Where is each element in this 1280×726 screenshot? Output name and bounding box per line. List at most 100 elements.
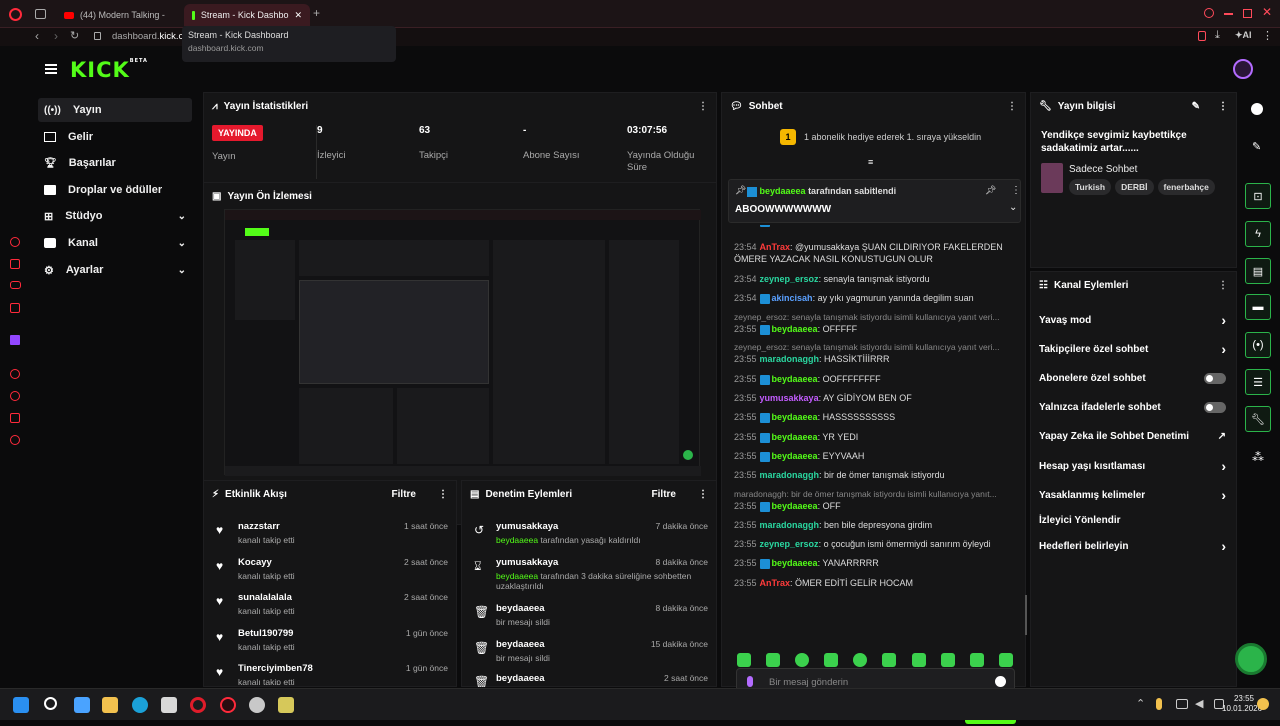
- ai-button[interactable]: ✦AI: [1235, 30, 1252, 41]
- chat-username[interactable]: beydaaeea: [772, 324, 818, 334]
- back-icon[interactable]: ‹: [35, 29, 39, 43]
- edit-icon[interactable]: ✎: [1192, 101, 1200, 112]
- tab-kick-dashboard[interactable]: Stream - Kick Dashbo ✕: [184, 4, 310, 26]
- windows-start-icon[interactable]: [13, 697, 29, 713]
- share-icon[interactable]: [1198, 31, 1206, 41]
- emote-icon[interactable]: [795, 653, 809, 667]
- tab-close-icon[interactable]: ✕: [294, 10, 302, 21]
- steam-icon[interactable]: [249, 697, 265, 713]
- feed-username[interactable]: Betul190799: [238, 628, 293, 639]
- quick-action-button[interactable]: (•): [1245, 332, 1271, 358]
- mod-username[interactable]: beydaaeea: [496, 639, 545, 650]
- chat-username[interactable]: beydaaeea: [772, 432, 818, 442]
- action-goals[interactable]: Hedefleri belirleyin ›: [1039, 532, 1226, 560]
- emote-icon[interactable]: [970, 653, 984, 667]
- sidebar-item-ayarlar[interactable]: ⚙ Ayarlar ⌄: [38, 258, 192, 282]
- action-banned-words[interactable]: Yasaklanmış kelimeler ›: [1039, 481, 1226, 509]
- emoji-picker-icon[interactable]: [995, 676, 1006, 687]
- twitch-icon[interactable]: [10, 335, 20, 345]
- feed-username[interactable]: nazzstarr: [238, 521, 280, 532]
- mod-username[interactable]: yumusakkaya: [496, 521, 558, 532]
- quick-action-button[interactable]: ☰: [1245, 369, 1271, 395]
- browser-menu-icon[interactable]: ⋮: [1262, 29, 1273, 42]
- tab-youtube[interactable]: (44) Modern Talking -: [56, 4, 180, 26]
- chat-username[interactable]: AnTrax: [760, 242, 791, 252]
- action-raid[interactable]: İzleyici Yönlendir: [1039, 506, 1226, 534]
- tab-overview-icon[interactable]: [35, 9, 46, 19]
- bag-icon[interactable]: [10, 259, 20, 269]
- emote-icon[interactable]: [824, 653, 838, 667]
- subscribers-only-toggle[interactable]: [1204, 372, 1226, 384]
- feed-username[interactable]: Kocayy: [238, 557, 272, 568]
- cube-icon[interactable]: [10, 413, 20, 423]
- menu-icon[interactable]: [45, 64, 57, 74]
- chat-username[interactable]: maradonaggh: [760, 470, 820, 480]
- info-icon[interactable]: [1251, 103, 1263, 115]
- chat-username[interactable]: maradonaggh: [760, 520, 820, 530]
- download-icon[interactable]: ⤓: [1215, 29, 1220, 42]
- pinned-message[interactable]: 📌︎ beydaaeea tarafından sabitlendi 📌︎ ⋮ …: [728, 179, 1021, 223]
- sidebar-item-yayin[interactable]: ((•)) Yayın: [38, 98, 192, 122]
- browser-logo-icon[interactable]: [9, 8, 22, 21]
- close-window-icon[interactable]: ✕: [1262, 5, 1272, 19]
- preview-video[interactable]: [224, 209, 701, 476]
- chat-username[interactable]: akincisah: [772, 293, 813, 303]
- store-icon[interactable]: [161, 697, 177, 713]
- chat-username[interactable]: beydaaeea: [772, 451, 818, 461]
- new-tab-icon[interactable]: +: [313, 6, 320, 20]
- action-slow-mode[interactable]: Yavaş mod ›: [1039, 306, 1226, 334]
- emote-icon[interactable]: [737, 653, 751, 667]
- pencil-icon[interactable]: ✎: [1252, 140, 1261, 153]
- category-thumbnail[interactable]: [1041, 163, 1063, 193]
- filter-icon[interactable]: ≡: [868, 157, 873, 167]
- task-view-icon[interactable]: [74, 697, 90, 713]
- reload-icon[interactable]: ↻: [70, 29, 79, 42]
- sidebar-item-droplar[interactable]: Droplar ve ödüller: [38, 178, 192, 202]
- clock[interactable]: 23:55 10.01.2026: [1222, 694, 1262, 714]
- emote-icon[interactable]: [999, 653, 1013, 667]
- tag-chip[interactable]: fenerbahçe: [1157, 179, 1215, 195]
- activity-filter-button[interactable]: Filtre: [392, 489, 416, 500]
- mod-username[interactable]: yumusakkaya: [496, 557, 558, 568]
- mod-actor[interactable]: beydaaeea: [496, 571, 538, 581]
- tray-chevron-icon[interactable]: ⌃: [1136, 697, 1145, 710]
- file-explorer-icon[interactable]: [102, 697, 118, 713]
- maximize-icon[interactable]: [1243, 9, 1252, 18]
- emote-icon[interactable]: [882, 653, 896, 667]
- url-field[interactable]: dashboard.kick.c: [112, 31, 183, 42]
- chat-username[interactable]: zeynep_ersoz: [760, 274, 819, 284]
- add-action-icon[interactable]: ⁂: [1252, 450, 1264, 464]
- gamepad-icon[interactable]: [10, 281, 21, 289]
- tag-chip[interactable]: DERBİ: [1115, 179, 1154, 195]
- chat-username[interactable]: beydaaeea: [772, 374, 818, 384]
- kebab-icon[interactable]: ⋮: [438, 489, 448, 500]
- opera-icon[interactable]: [190, 697, 206, 713]
- sidebar-item-gelir[interactable]: Gelir: [38, 125, 192, 149]
- history-icon[interactable]: [10, 237, 20, 247]
- chat-username[interactable]: yumusakkaya: [760, 393, 819, 403]
- unpin-icon[interactable]: 📌︎: [985, 185, 996, 196]
- browser-search-icon[interactable]: [1204, 8, 1214, 18]
- feed-username[interactable]: Tinerciyimben78: [238, 663, 313, 674]
- messenger-icon[interactable]: [10, 303, 20, 313]
- player-icon[interactable]: [10, 369, 20, 379]
- emotes-only-toggle[interactable]: [1204, 401, 1226, 413]
- category-name[interactable]: Sadece Sohbet: [1069, 164, 1137, 175]
- mod-username[interactable]: beydaaeea: [496, 673, 545, 684]
- chat-username[interactable]: AnTrax: [760, 578, 791, 588]
- moderation-filter-button[interactable]: Filtre: [652, 489, 676, 500]
- tray-mic-icon[interactable]: [1156, 698, 1162, 710]
- chat-username[interactable]: maradonaggh: [760, 354, 820, 364]
- mod-username[interactable]: beydaaeea: [496, 603, 545, 614]
- tag-chip[interactable]: Turkish: [1069, 179, 1112, 195]
- kebab-icon[interactable]: ⋮: [1007, 101, 1017, 112]
- kebab-icon[interactable]: ⋮: [698, 101, 708, 112]
- emote-icon[interactable]: [912, 653, 926, 667]
- emote-icon[interactable]: [941, 653, 955, 667]
- emote-icon[interactable]: [766, 653, 780, 667]
- kebab-icon[interactable]: ⋮: [698, 489, 708, 500]
- kebab-icon[interactable]: ⋮: [1218, 280, 1228, 291]
- sidebar-item-studyo[interactable]: ⊞ Stüdyo ⌄: [38, 204, 192, 228]
- action-ai-moderation[interactable]: Yapay Zeka ile Sohbet Denetimi ↗: [1039, 422, 1226, 450]
- taskbar-search-icon[interactable]: [44, 697, 57, 710]
